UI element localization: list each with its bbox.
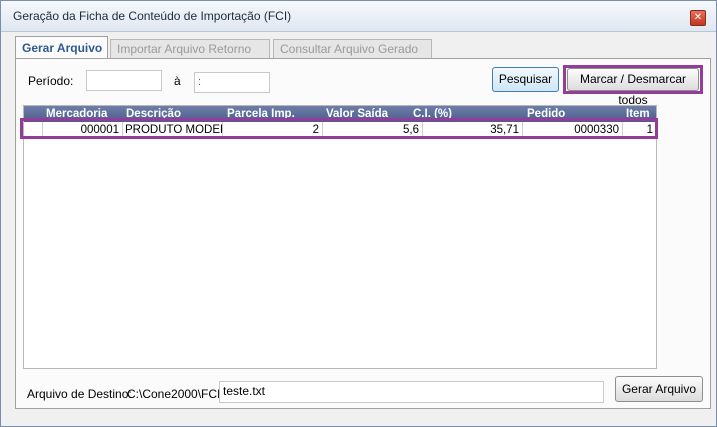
period-end-input[interactable]: : (194, 72, 270, 93)
close-icon[interactable]: ✕ (690, 10, 706, 26)
search-button[interactable]: Pesquisar (492, 67, 559, 92)
items-table: Mercadoria Descrição Parcela Imp. Valor … (23, 105, 657, 369)
destination-label: Arquivo de Destino: (27, 387, 132, 401)
period-start-input[interactable] (86, 70, 162, 91)
period-label: Período: (28, 74, 74, 88)
window-title: Geração da Ficha de Conteúdo de Importaç… (13, 9, 292, 23)
toggle-all-button[interactable]: Marcar / Desmarcar todos (567, 68, 699, 107)
generate-file-button[interactable]: Gerar Arquivo (615, 376, 703, 402)
row-highlight (20, 118, 658, 139)
fci-window: Geração da Ficha de Conteúdo de Importaç… (0, 0, 717, 427)
destination-path: C:\Cone2000\FCI\ (127, 387, 224, 401)
tab-importar-arquivo-retorno[interactable]: Importar Arquivo Retorno (110, 39, 270, 58)
period-separator: à (174, 74, 181, 88)
destination-filename-input[interactable]: teste.txt (219, 381, 604, 403)
tab-consultar-arquivo-gerado[interactable]: Consultar Arquivo Gerado (273, 39, 432, 58)
tab-gerar-arquivo[interactable]: Gerar Arquivo (15, 36, 108, 59)
title-bar: Geração da Ficha de Conteúdo de Importaç… (1, 1, 716, 32)
